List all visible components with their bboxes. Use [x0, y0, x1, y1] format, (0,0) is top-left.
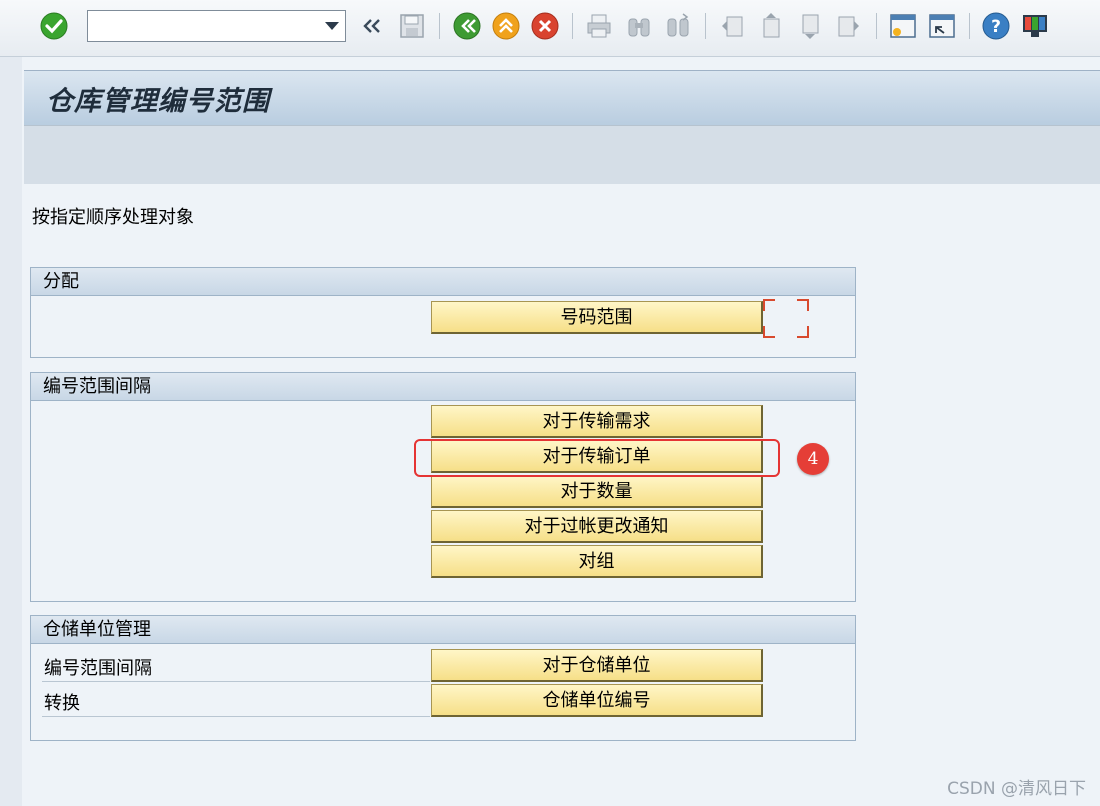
first-page-icon[interactable] — [717, 11, 747, 41]
title-bar: 仓库管理编号范围 — [24, 70, 1100, 125]
row-label: 转换 — [44, 693, 80, 714]
quantity-button[interactable]: 对于数量 — [431, 475, 763, 508]
group-header: 仓储单位管理 — [31, 616, 855, 644]
last-page-icon[interactable] — [834, 11, 864, 41]
storage-unit-number-button[interactable]: 仓储单位编号 — [431, 684, 763, 717]
number-range-button[interactable]: 号码范围 — [431, 301, 763, 334]
toolbar-separator — [705, 13, 706, 39]
group-header: 分配 — [31, 268, 855, 296]
cancel-icon[interactable] — [530, 11, 560, 41]
row-divider — [42, 681, 430, 682]
toolbar-separator — [969, 13, 970, 39]
toolbar-separator — [439, 13, 440, 39]
back-nav-icon[interactable] — [358, 11, 388, 41]
focus-bracket — [797, 326, 809, 338]
pair-button[interactable]: 对组 — [431, 545, 763, 578]
focus-bracket — [763, 299, 775, 311]
find-next-icon[interactable] — [663, 11, 693, 41]
instruction-text: 按指定顺序处理对象 — [32, 207, 194, 228]
command-input[interactable] — [92, 12, 321, 42]
step-badge: 4 — [797, 443, 829, 475]
shortcut-icon[interactable] — [927, 11, 957, 41]
next-page-icon[interactable] — [795, 11, 825, 41]
save-icon[interactable] — [397, 11, 427, 41]
transfer-requirement-button[interactable]: 对于传输需求 — [431, 405, 763, 438]
svg-text:?: ? — [991, 17, 1001, 37]
group-header: 编号范围间隔 — [31, 373, 855, 401]
exit-icon[interactable] — [491, 11, 521, 41]
enter-check-icon[interactable] — [39, 11, 69, 41]
customize-layout-icon[interactable] — [1020, 11, 1050, 41]
command-field[interactable] — [87, 10, 346, 42]
storage-unit-button[interactable]: 对于仓储单位 — [431, 649, 763, 682]
toolbar-separator — [572, 13, 573, 39]
back-icon[interactable] — [452, 11, 482, 41]
application-toolbar — [24, 125, 1100, 185]
help-icon[interactable]: ? — [981, 11, 1011, 41]
create-session-icon[interactable] — [888, 11, 918, 41]
page-title: 仓库管理编号范围 — [46, 86, 270, 117]
system-toolbar: ? — [0, 0, 1100, 57]
previous-page-icon[interactable] — [756, 11, 786, 41]
left-frame-strip — [0, 57, 22, 806]
find-icon[interactable] — [624, 11, 654, 41]
highlight-box — [414, 439, 780, 477]
row-label: 编号范围间隔 — [44, 658, 152, 679]
watermark: CSDN @清风日下 — [947, 779, 1086, 799]
chevron-down-icon[interactable] — [325, 22, 339, 30]
focus-bracket — [797, 299, 809, 311]
toolbar-separator — [876, 13, 877, 39]
row-divider — [42, 716, 430, 717]
focus-bracket — [763, 326, 775, 338]
posting-change-notice-button[interactable]: 对于过帐更改通知 — [431, 510, 763, 543]
print-icon[interactable] — [584, 11, 614, 41]
